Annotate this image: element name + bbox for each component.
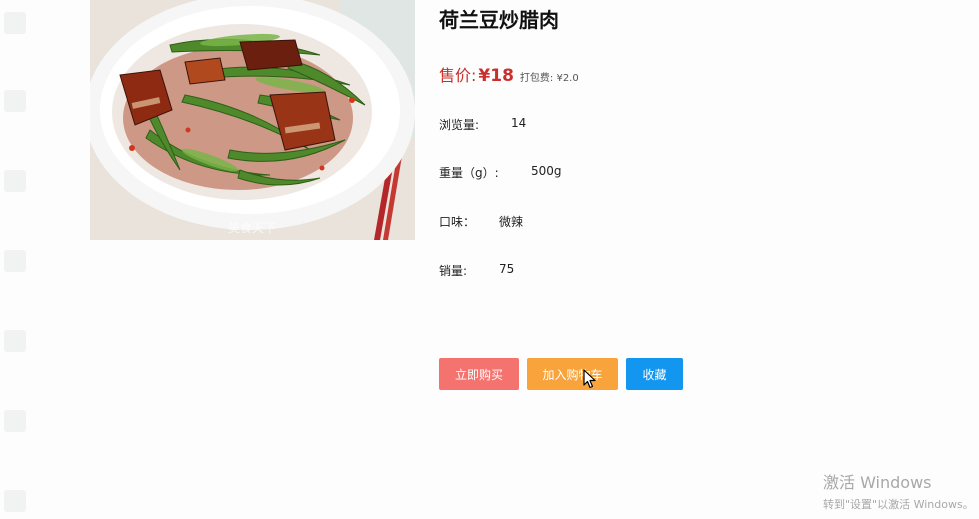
buy-now-button[interactable]: 立即购买 — [439, 358, 519, 390]
attr-views-value: 14 — [511, 116, 527, 130]
price-label: 售价: — [439, 66, 477, 85]
attr-weight: 重量（g）: 500g — [439, 164, 562, 181]
edge-decoration — [4, 170, 26, 192]
edge-decoration — [4, 490, 26, 512]
attr-weight-label: 重量（g）: — [439, 166, 499, 180]
edge-decoration — [4, 410, 26, 432]
product-detail-page: 美食天下 荷兰豆炒腊肉 售价: ¥18 打包费: ¥2.0 浏览量: 14 重量（g… — [0, 0, 979, 519]
attr-views: 浏览量: 14 — [439, 116, 526, 133]
attr-sales: 销量: 75 — [439, 262, 514, 279]
price-row: 售价: ¥18 打包费: ¥2.0 — [439, 62, 579, 86]
attr-taste-value: 微辣 — [499, 215, 524, 229]
add-to-cart-button[interactable]: 加入购物车 — [527, 358, 618, 390]
edge-decoration — [4, 330, 26, 352]
attr-weight-value: 500g — [531, 164, 562, 178]
favorite-button[interactable]: 收藏 — [626, 358, 683, 390]
windows-activation-watermark: 激活 Windows 转到"设置"以激活 Windows。 — [823, 469, 974, 512]
edge-decoration — [4, 90, 26, 112]
attr-views-label: 浏览量: — [439, 118, 480, 132]
attr-taste: 口味： 微辣 — [439, 213, 523, 230]
mouse-cursor-icon — [583, 369, 596, 389]
edge-decoration — [4, 250, 26, 272]
product-title: 荷兰豆炒腊肉 — [439, 8, 559, 32]
watermark-title: 激活 Windows — [823, 473, 932, 492]
image-caption: 美食天下 — [228, 220, 276, 235]
product-image: 美食天下 — [90, 0, 415, 240]
packing-fee: 打包费: ¥2.0 — [519, 73, 579, 84]
attr-taste-label: 口味： — [439, 215, 476, 229]
price-value: ¥18 — [478, 66, 514, 86]
attr-sales-label: 销量: — [439, 264, 468, 278]
attr-sales-value: 75 — [499, 262, 515, 276]
watermark-subtitle: 转到"设置"以激活 Windows。 — [823, 498, 974, 511]
edge-decoration — [4, 12, 26, 34]
